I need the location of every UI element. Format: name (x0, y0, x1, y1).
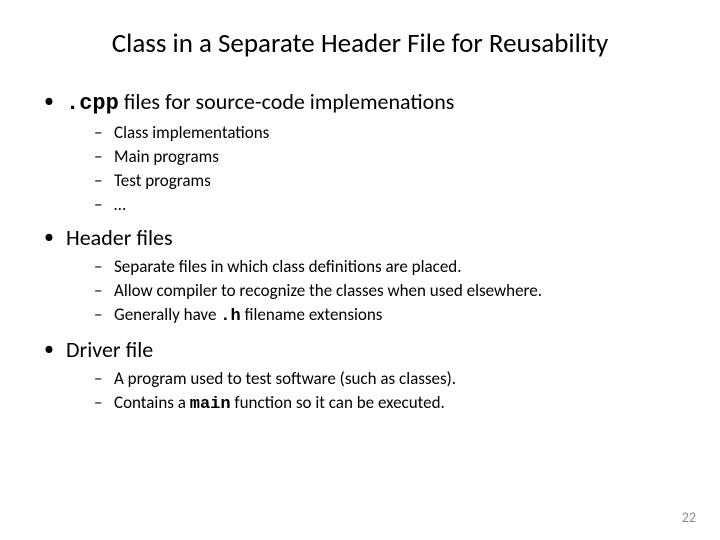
bullet-text: .cpp files for source-code implemenation… (66, 88, 454, 115)
list-item: A program used to test software (such as… (94, 368, 680, 390)
bullet-header-files: Header files Separate files in which cla… (40, 224, 680, 328)
list-item: … (94, 194, 680, 216)
list-item: Test programs (94, 170, 680, 192)
sub-list: Class implementations Main programs Test… (94, 122, 680, 216)
list-item: Separate files in which class definition… (94, 256, 680, 278)
list-item: Contains a main function so it can be ex… (94, 392, 680, 416)
list-item: Allow compiler to recognize the classes … (94, 280, 680, 302)
bullet-driver-file: Driver file A program used to test softw… (40, 336, 680, 416)
sub-list: Separate files in which class definition… (94, 256, 680, 328)
text: function so it can be executed. (231, 392, 445, 413)
code-cpp: .cpp (66, 91, 119, 116)
bullet-text: Driver file (66, 336, 153, 363)
slide: Class in a Separate Header File for Reus… (0, 0, 720, 540)
bullet-cpp-files: .cpp files for source-code implemenation… (40, 88, 680, 216)
text: Contains a (114, 392, 190, 413)
list-item: Class implementations (94, 122, 680, 144)
code-main: main (190, 395, 231, 414)
code-h: .h (220, 307, 240, 326)
text: Generally have (114, 304, 220, 325)
list-item: Generally have .h filename extensions (94, 304, 680, 328)
sub-list: A program used to test software (such as… (94, 368, 680, 416)
text: filename extensions (241, 304, 383, 325)
slide-title: Class in a Separate Header File for Reus… (40, 28, 680, 60)
page-number: 22 (682, 509, 696, 526)
bullet-list: .cpp files for source-code implemenation… (40, 88, 680, 415)
text: files for source-code implemenations (119, 88, 455, 115)
list-item: Main programs (94, 146, 680, 168)
bullet-text: Header files (66, 224, 173, 251)
